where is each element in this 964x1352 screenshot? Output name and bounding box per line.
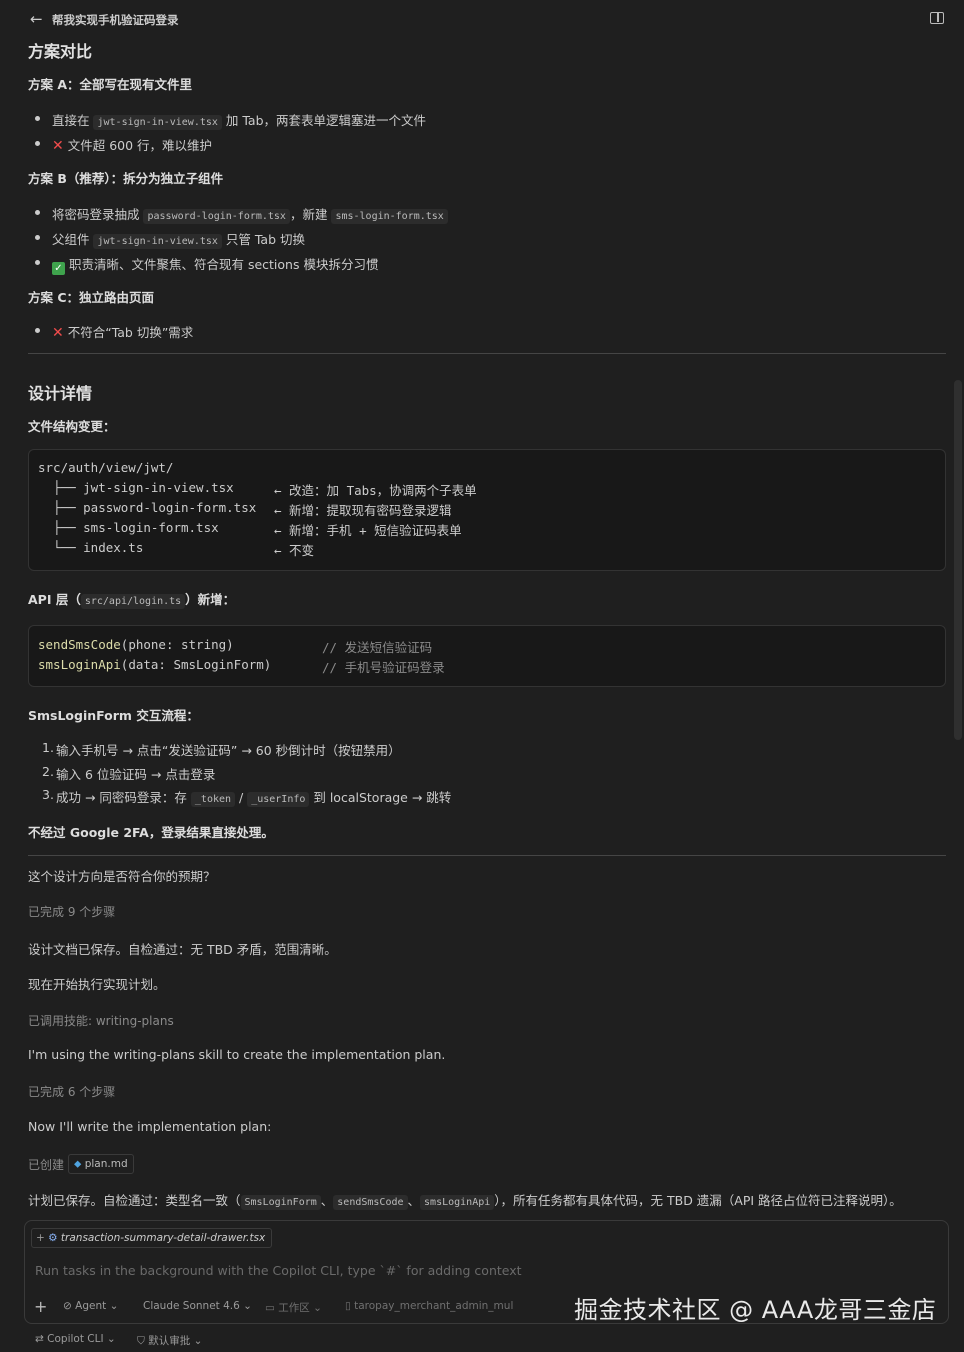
code-comment: // 发送短信验证码 — [322, 640, 433, 655]
message-text: Now I'll write the implementation plan: — [28, 1119, 272, 1134]
created-file-chip[interactable]: ⬥ plan.md — [68, 1154, 134, 1174]
model-dropdown[interactable]: Claude Sonnet 4.6 ⌄ — [143, 1300, 252, 1312]
tree-line: src/auth/view/jwt/ — [38, 460, 174, 475]
workspace-dropdown[interactable]: ▭ 工作区 ⌄ — [265, 1300, 322, 1315]
list-item: 将密码登录抽成 password-login-form.tsx ，新建 sms-l… — [35, 204, 448, 224]
add-context-icon[interactable]: + — [36, 1232, 45, 1244]
file-structure-title: 文件结构变更： — [28, 419, 116, 434]
cross-mark-icon: ✕ — [52, 138, 64, 154]
tree-line: ├── password-login-form.tsx — [38, 500, 257, 515]
chevron-down-icon: ⌄ — [193, 1335, 203, 1347]
question-text: 这个设计方向是否符合你的预期？ — [28, 869, 216, 884]
repo-dropdown[interactable]: ▯ taropay_merchant_admin_mul — [345, 1300, 513, 1312]
markdown-file-icon: ⬥ — [74, 1158, 82, 1170]
folder-icon: ▭ — [265, 1302, 275, 1314]
code-line: smsLoginApi(data: SmsLoginForm) — [38, 657, 272, 672]
scrollbar-thumb[interactable] — [954, 380, 962, 740]
shield-icon: ⛉ — [137, 1335, 145, 1347]
watermark: 掘金技术社区 @ AAA龙哥三金店 — [574, 1296, 937, 1324]
inline-code: src/api/login.ts — [80, 594, 186, 609]
message-text: 现在开始执行实现计划。 — [28, 977, 166, 992]
tree-line: ├── sms-login-form.tsx — [38, 520, 219, 535]
list-item: 父组件 jwt-sign-in-view.tsx 只管 Tab 切换 — [35, 229, 305, 249]
inline-code: password-login-form.tsx — [143, 209, 290, 224]
list-item: 直接在 jwt-sign-in-view.tsx 加 Tab，两套表单逻辑塞进一… — [34, 110, 426, 130]
gear-file-icon: ⚙ — [48, 1232, 58, 1244]
ordered-item: 2. 输入 6 位验证码 → 点击登录 — [42, 764, 216, 782]
check-mark-icon: ✓ — [52, 262, 65, 275]
inline-code: sendSmsCode — [333, 1195, 408, 1210]
inline-code: _userInfo — [247, 792, 310, 807]
tree-line: ├── jwt-sign-in-view.tsx — [38, 480, 234, 495]
message-text: I'm using the writing-plans skill to cre… — [28, 1047, 446, 1062]
code-line: sendSmsCode(phone: string) — [38, 637, 234, 652]
cross-mark-icon: ✕ — [52, 325, 64, 341]
list-item: ✕ 不符合“Tab 切换”需求 — [34, 322, 193, 341]
list-item: ✕ 文件超 600 行，难以维护 — [34, 135, 212, 154]
divider — [28, 855, 946, 856]
tree-line: └── index.ts — [38, 540, 144, 555]
cli-icon: ⇄ — [35, 1333, 44, 1345]
approval-dropdown[interactable]: ⛉ 默认审批 ⌄ — [137, 1333, 202, 1348]
context-file-chip[interactable]: + ⚙ transaction-summary-detail-drawer.ts… — [31, 1228, 273, 1248]
inline-code: smsLoginApi — [420, 1195, 495, 1210]
heading-design-details: 设计详情 — [28, 384, 93, 403]
tree-note: ← 新增：手机 + 短信验证码表单 — [274, 523, 462, 538]
chevron-down-icon: ⌄ — [106, 1333, 116, 1345]
file-tree-code-block: src/auth/view/jwt/ ├── jwt-sign-in-view.… — [28, 449, 946, 571]
plan-b-title: 方案 B（推荐）：拆分为独立子组件 — [28, 171, 224, 186]
ordered-item: 3. 成功 → 同密码登录：存 _token / _userInfo 到 loca… — [42, 787, 452, 807]
agent-icon: ⊘ — [63, 1300, 72, 1312]
tree-note: ← 改造：加 Tabs，协调两个子表单 — [274, 483, 477, 498]
created-label: 已创建 — [28, 1158, 65, 1172]
chevron-down-icon: ⌄ — [109, 1300, 119, 1312]
top-bar: ← 帮我实现手机验证码登录 — [0, 0, 964, 38]
heading-comparison: 方案对比 — [28, 42, 93, 61]
skill-invoked[interactable]: 已调用技能: writing-plans — [28, 1012, 174, 1029]
chat-input-placeholder[interactable]: Run tasks in the background with the Cop… — [35, 1263, 522, 1278]
tree-note: ← 新增：提取现有密码登录逻辑 — [274, 503, 452, 518]
add-icon[interactable]: + — [34, 1297, 47, 1316]
tree-note: ← 不变 — [274, 543, 315, 558]
back-arrow-icon[interactable]: ← — [30, 11, 46, 27]
repo-icon: ▯ — [345, 1300, 351, 1312]
final-message: 计划已保存。自检通过：类型名一致（ SmsLoginForm、 sendSmsCod… — [28, 1193, 902, 1210]
chevron-down-icon: ⌄ — [313, 1302, 322, 1314]
cli-dropdown[interactable]: ⇄ Copilot CLI ⌄ — [35, 1333, 116, 1345]
message-text: 设计文档已保存。自检通过：无 TBD 矛盾，范围清晰。 — [28, 942, 337, 957]
flow-title: SmsLoginForm 交互流程： — [28, 708, 199, 723]
list-item: ✓ 职责清晰、文件聚焦、符合现有 sections 模块拆分习惯 — [34, 254, 378, 275]
api-code-block: sendSmsCode(phone: string) // 发送短信验证码 sm… — [28, 625, 946, 687]
plan-c-title: 方案 C：独立路由页面 — [28, 290, 155, 305]
code-comment: // 手机号验证码登录 — [322, 660, 445, 675]
inline-code: SmsLoginForm — [240, 1195, 321, 1210]
toggle-panel-icon[interactable] — [930, 12, 944, 24]
chevron-down-icon: ⌄ — [243, 1300, 252, 1312]
inline-code: _token — [190, 792, 236, 807]
chat-title: 帮我实现手机验证码登录 — [52, 13, 179, 27]
plan-a-title: 方案 A：全部写在现有文件里 — [28, 77, 193, 92]
api-layer-title: API 层（ src/api/login.ts ）新增： — [28, 592, 236, 609]
inline-code: sms-login-form.tsx — [331, 209, 448, 224]
divider — [28, 353, 946, 354]
ordered-item: 1. 输入手机号 → 点击“发送验证码” → 60 秒倒计时（按钮禁用） — [42, 740, 401, 758]
steps-completed[interactable]: 已完成 6 个步骤 — [28, 1083, 115, 1100]
design-note: 不经过 Google 2FA，登录结果直接处理。 — [28, 825, 274, 840]
inline-code: jwt-sign-in-view.tsx — [93, 115, 222, 130]
agent-mode-dropdown[interactable]: ⊘ Agent ⌄ — [63, 1300, 118, 1312]
steps-completed[interactable]: 已完成 9 个步骤 — [28, 903, 115, 920]
inline-code: jwt-sign-in-view.tsx — [93, 234, 222, 249]
